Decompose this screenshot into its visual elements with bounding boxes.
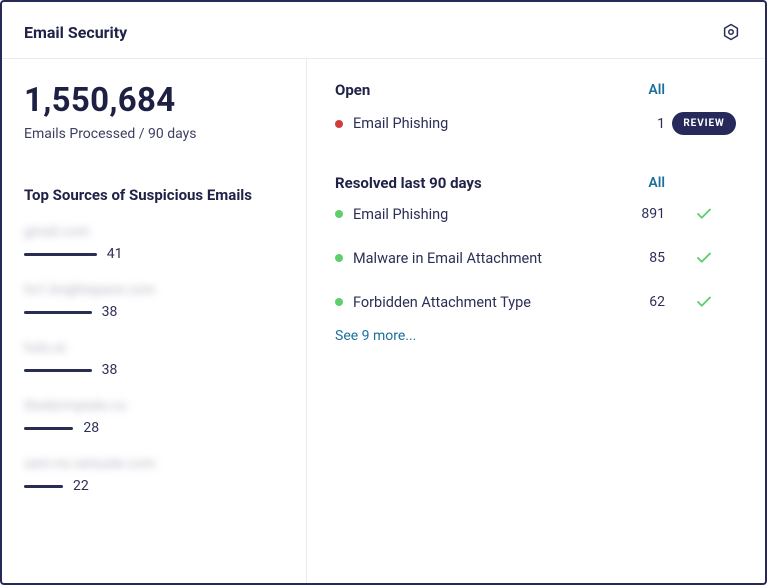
- source-bar: [24, 253, 97, 256]
- email-security-card: Email Security 1,550,684 Emails Processe…: [0, 0, 767, 585]
- source-bar: [24, 311, 92, 314]
- threat-label: Forbidden Attachment Type: [353, 294, 617, 311]
- open-title: Open: [335, 81, 617, 99]
- emails-processed-label: Emails Processed / 90 days: [24, 126, 284, 142]
- source-name: hulu.ai: [24, 340, 284, 356]
- open-all-link[interactable]: All: [648, 82, 665, 98]
- source-bar-wrap: 22: [24, 478, 284, 494]
- see-more-link[interactable]: See 9 more...: [335, 328, 743, 344]
- source-name: hs1.brightspace.com: [24, 282, 284, 298]
- source-bar-wrap: 28: [24, 420, 284, 436]
- card-header: Email Security: [2, 2, 765, 59]
- status-dot-icon: [335, 298, 343, 306]
- source-name: gmail.com: [24, 224, 284, 240]
- resolved-header: Resolved last 90 days All: [335, 174, 743, 192]
- source-row: sem-no.netsuite.com 22: [24, 456, 284, 494]
- source-bar: [24, 427, 73, 430]
- settings-button[interactable]: [719, 20, 743, 44]
- threat-row: Email Phishing 1 REVIEW: [335, 99, 743, 148]
- threat-count: 85: [617, 250, 665, 266]
- threat-row: Forbidden Attachment Type 62: [335, 280, 743, 324]
- threat-label: Email Phishing: [353, 206, 617, 223]
- threat-action-col: REVIEW: [665, 112, 743, 135]
- resolved-all-link[interactable]: All: [648, 175, 665, 191]
- source-value: 41: [107, 246, 123, 262]
- source-row: hs1.brightspace.com 38: [24, 282, 284, 320]
- source-row: hulu.ai 38: [24, 340, 284, 378]
- source-name: sem-no.netsuite.com: [24, 456, 284, 472]
- check-icon: [695, 293, 713, 311]
- emails-processed-count: 1,550,684: [24, 81, 284, 120]
- threat-row: Email Phishing 891: [335, 192, 743, 236]
- source-value: 38: [102, 304, 118, 320]
- open-all-col: All: [617, 82, 665, 98]
- status-dot-icon: [335, 254, 343, 262]
- source-name: thedormptale.co: [24, 398, 284, 414]
- check-icon: [695, 205, 713, 223]
- threat-count: 62: [617, 294, 665, 310]
- sources-title: Top Sources of Suspicious Emails: [24, 186, 284, 204]
- source-row: gmail.com 41: [24, 224, 284, 262]
- threat-row: Malware in Email Attachment 85: [335, 236, 743, 280]
- threat-count: 1: [617, 116, 665, 132]
- resolved-all-col: All: [617, 175, 665, 191]
- status-dot-icon: [335, 120, 343, 128]
- status-dot-icon: [335, 210, 343, 218]
- source-bar: [24, 485, 63, 488]
- open-header: Open All: [335, 81, 743, 99]
- source-value: 28: [83, 420, 99, 436]
- card-title: Email Security: [24, 23, 127, 42]
- source-bar: [24, 369, 92, 372]
- check-icon: [695, 249, 713, 267]
- source-bar-wrap: 41: [24, 246, 284, 262]
- source-row: thedormptale.co 28: [24, 398, 284, 436]
- threat-label: Email Phishing: [353, 115, 617, 132]
- source-bar-wrap: 38: [24, 304, 284, 320]
- left-panel: 1,550,684 Emails Processed / 90 days Top…: [2, 59, 307, 583]
- source-bar-wrap: 38: [24, 362, 284, 378]
- resolved-title: Resolved last 90 days: [335, 174, 617, 192]
- threat-status-col: [665, 205, 743, 223]
- threat-status-col: [665, 249, 743, 267]
- threat-status-col: [665, 293, 743, 311]
- source-value: 22: [73, 478, 89, 494]
- threat-label: Malware in Email Attachment: [353, 250, 617, 267]
- review-button[interactable]: REVIEW: [672, 112, 735, 135]
- card-body: 1,550,684 Emails Processed / 90 days Top…: [2, 59, 765, 583]
- threat-count: 891: [617, 206, 665, 222]
- source-value: 38: [102, 362, 118, 378]
- right-panel: Open All Email Phishing 1 REVIEW Resolve…: [307, 59, 765, 583]
- gear-icon: [722, 23, 740, 41]
